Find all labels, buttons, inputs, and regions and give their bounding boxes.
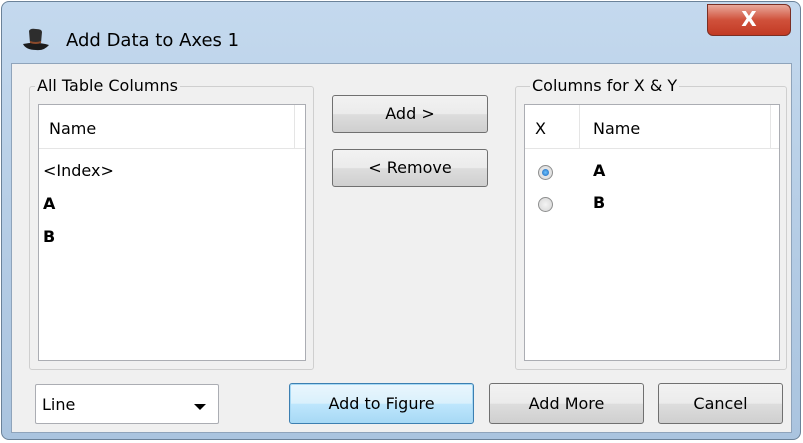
window-title: Add Data to Axes 1 xyxy=(66,30,240,51)
name-column-header[interactable]: Name xyxy=(593,119,640,138)
x-radio-a[interactable] xyxy=(538,165,553,180)
name-column-header[interactable]: Name xyxy=(49,119,96,138)
chevron-down-icon xyxy=(194,404,206,410)
dialog-body: All Table Columns Name <Index> A B Add >… xyxy=(11,63,792,433)
add-more-button[interactable]: Add More xyxy=(489,383,644,424)
header-divider xyxy=(294,105,295,149)
xy-columns-header[interactable]: X Name xyxy=(525,105,779,149)
cancel-label: Cancel xyxy=(693,394,748,413)
cancel-button[interactable]: Cancel xyxy=(658,383,783,424)
x-column-header[interactable]: X xyxy=(535,119,546,138)
xy-columns-list[interactable]: X Name A B xyxy=(524,104,780,361)
list-item-index[interactable]: <Index> xyxy=(43,161,114,181)
remove-button[interactable]: < Remove xyxy=(332,149,488,187)
list-item-b[interactable]: B xyxy=(593,193,605,213)
all-columns-header[interactable]: Name xyxy=(39,105,305,149)
xy-columns-group-title: Columns for X & Y xyxy=(530,76,680,96)
plot-type-value: Line xyxy=(42,395,76,414)
all-columns-group: All Table Columns Name <Index> A B xyxy=(29,76,314,370)
add-button[interactable]: Add > xyxy=(332,95,488,133)
dialog-window: Add Data to Axes 1 X All Table Columns N… xyxy=(1,1,801,440)
list-item-b[interactable]: B xyxy=(43,227,55,247)
title-bar[interactable]: Add Data to Axes 1 X xyxy=(2,2,800,58)
add-to-figure-label: Add to Figure xyxy=(328,394,435,413)
close-button[interactable]: X xyxy=(707,4,791,36)
add-button-label: Add > xyxy=(385,104,435,123)
xy-columns-group: Columns for X & Y X Name A B xyxy=(515,76,787,370)
close-icon: X xyxy=(741,7,757,31)
header-divider xyxy=(770,105,771,149)
top-hat-icon xyxy=(23,28,49,51)
list-item-a[interactable]: A xyxy=(43,194,55,214)
add-more-label: Add More xyxy=(528,394,605,413)
all-columns-group-title: All Table Columns xyxy=(35,76,180,96)
add-to-figure-button[interactable]: Add to Figure xyxy=(289,383,474,424)
list-item-a[interactable]: A xyxy=(593,161,605,181)
x-radio-b[interactable] xyxy=(538,197,553,212)
header-divider xyxy=(579,105,580,149)
all-columns-list[interactable]: Name <Index> A B xyxy=(38,104,306,361)
remove-button-label: < Remove xyxy=(368,158,452,177)
plot-type-select[interactable]: Line xyxy=(35,384,219,424)
